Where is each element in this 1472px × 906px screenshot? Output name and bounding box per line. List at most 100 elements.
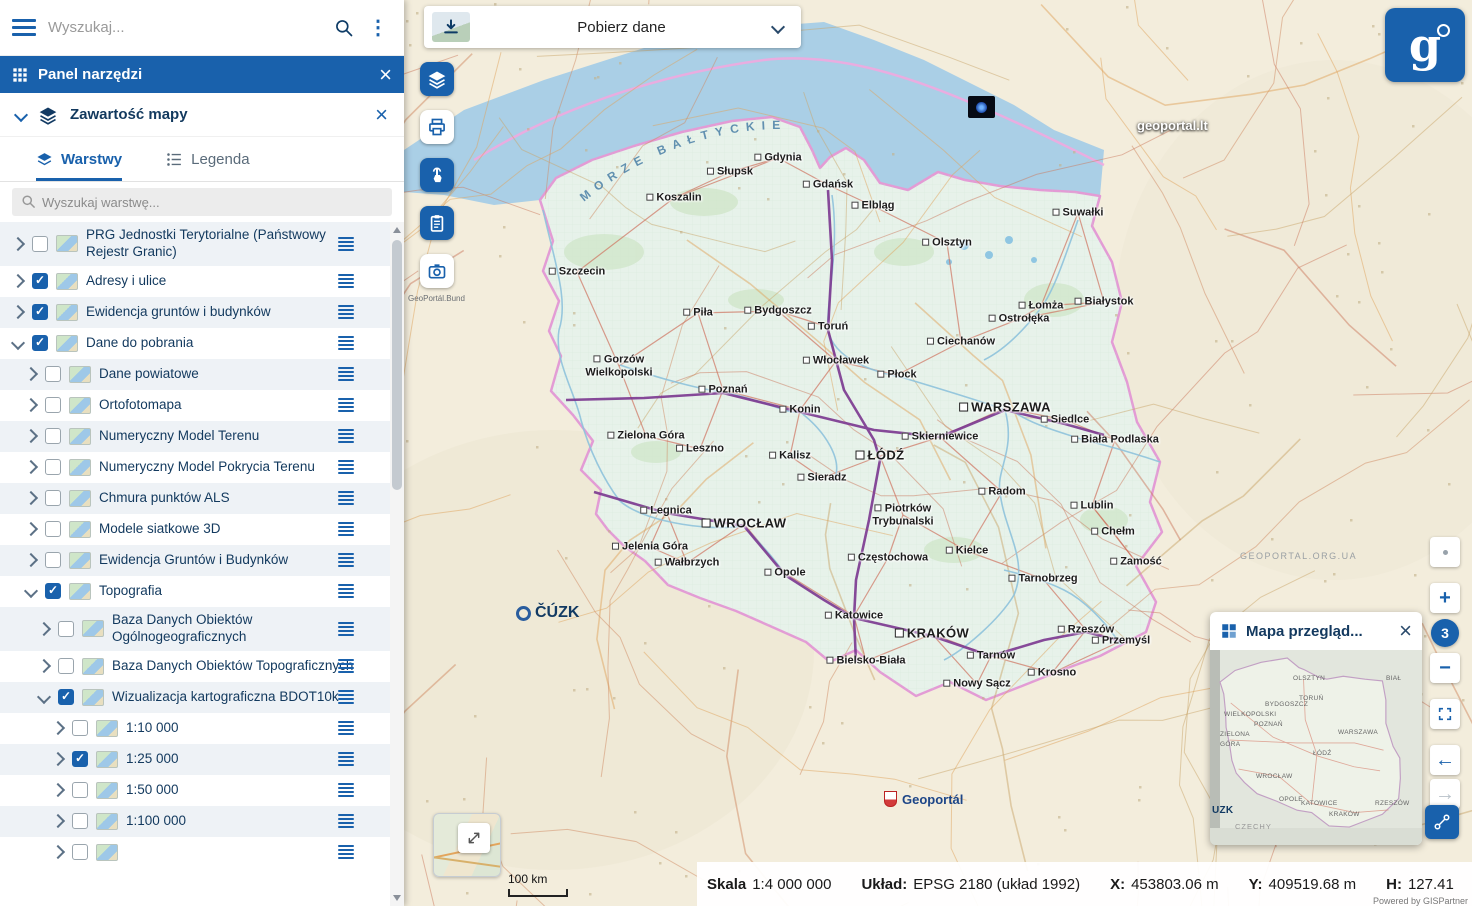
layer-search-input[interactable] (12, 188, 392, 216)
expander-icon[interactable] (24, 367, 38, 381)
layer-menu-icon[interactable] (338, 396, 354, 414)
section-chevron-icon[interactable] (14, 107, 28, 121)
layer-row[interactable]: Adresy i ulice (0, 266, 390, 297)
layer-checkbox[interactable] (45, 397, 61, 413)
layer-menu-icon[interactable] (338, 272, 354, 290)
map-content-close-icon[interactable]: × (375, 104, 388, 126)
expander-icon[interactable] (11, 305, 25, 319)
layer-menu-icon[interactable] (338, 303, 354, 321)
expander-icon[interactable] (11, 274, 25, 288)
expander-icon[interactable] (24, 553, 38, 567)
layer-menu-icon[interactable] (338, 657, 354, 675)
layer-row[interactable]: Ortofotomapa (0, 390, 390, 421)
main-search-input[interactable] (46, 18, 324, 37)
expander-icon[interactable] (51, 783, 65, 797)
minimap-expand-button[interactable] (458, 823, 490, 853)
layer-menu-icon[interactable] (338, 781, 354, 799)
layer-row[interactable]: Modele siatkowe 3D (0, 514, 390, 545)
layer-checkbox[interactable] (72, 813, 88, 829)
layer-menu-icon[interactable] (338, 582, 354, 600)
layer-row[interactable]: Wizualizacja kartograficzna BDOT10k (0, 682, 390, 713)
zoom-out-button[interactable]: − (1430, 653, 1460, 683)
layer-checkbox[interactable] (58, 689, 74, 705)
expander-icon[interactable] (51, 845, 65, 859)
print-tool-button[interactable] (420, 110, 454, 144)
overview-minimap[interactable]: OLSZTYNBIAŁBYDGOSZCZTORUŃWIELKOPOLSKIPOZ… (1210, 650, 1422, 845)
select-tool-button[interactable] (420, 158, 454, 192)
layer-menu-icon[interactable] (338, 620, 354, 638)
hamburger-menu-icon[interactable] (12, 15, 36, 40)
expander-icon[interactable] (37, 690, 51, 704)
layer-checkbox[interactable] (45, 459, 61, 475)
layer-row[interactable]: Ewidencja gruntów i budynków (0, 297, 390, 328)
layer-menu-icon[interactable] (338, 843, 354, 861)
layer-row[interactable]: Baza Danych Obiektów Ogólnogeograficznyc… (0, 607, 390, 651)
layer-row[interactable]: Baza Danych Obiektów Topograficznych (0, 651, 390, 682)
layer-row[interactable]: Ewidencja Gruntów i Budynków (0, 545, 390, 576)
map-control-button[interactable] (1430, 537, 1460, 567)
expander-icon[interactable] (24, 491, 38, 505)
layer-menu-icon[interactable] (338, 427, 354, 445)
layer-menu-icon[interactable] (338, 365, 354, 383)
panel-close-icon[interactable]: × (379, 64, 392, 86)
expander-icon[interactable] (24, 460, 38, 474)
report-tool-button[interactable] (420, 206, 454, 240)
expander-icon[interactable] (24, 429, 38, 443)
layer-menu-icon[interactable] (338, 489, 354, 507)
layer-row[interactable]: Topografia (0, 576, 390, 607)
expander-icon[interactable] (24, 398, 38, 412)
tab-legenda[interactable]: Legenda (166, 151, 249, 181)
layer-checkbox[interactable] (72, 720, 88, 736)
layer-row[interactable]: Dane do pobrania (0, 328, 390, 359)
panel-scrollbar[interactable] (390, 222, 404, 906)
layer-row[interactable]: Dane powiatowe (0, 359, 390, 390)
layer-checkbox[interactable] (45, 583, 61, 599)
layer-row[interactable]: 1:25 000 (0, 744, 390, 775)
layer-checkbox[interactable] (45, 366, 61, 382)
zoom-in-button[interactable]: + (1430, 583, 1460, 613)
layer-checkbox[interactable] (72, 751, 88, 767)
search-icon[interactable] (334, 18, 354, 38)
expander-icon[interactable] (37, 659, 51, 673)
layer-menu-icon[interactable] (338, 235, 354, 253)
download-data-bar[interactable]: Pobierz dane (424, 6, 801, 48)
expander-icon[interactable] (11, 237, 25, 251)
layer-row[interactable]: 1:10 000 (0, 713, 390, 744)
map-canvas[interactable]: MORZE BAŁTYCKIE GdyniaGdańskSłupskKoszal… (404, 0, 1472, 906)
expander-icon[interactable] (37, 622, 51, 636)
layer-menu-icon[interactable] (338, 334, 354, 352)
layer-checkbox[interactable] (32, 273, 48, 289)
expander-icon[interactable] (24, 584, 38, 598)
more-options-icon[interactable]: ⋮ (364, 15, 392, 40)
expander-icon[interactable] (51, 721, 65, 735)
layer-checkbox[interactable] (32, 236, 48, 252)
layer-row[interactable]: Chmura punktów ALS (0, 483, 390, 514)
layer-menu-icon[interactable] (338, 812, 354, 830)
layer-menu-icon[interactable] (338, 551, 354, 569)
layer-checkbox[interactable] (45, 428, 61, 444)
layers-tool-button[interactable] (420, 62, 454, 96)
scrollbar-thumb[interactable] (392, 240, 402, 490)
tab-warstwy[interactable]: Warstwy (36, 151, 122, 181)
layer-checkbox[interactable] (32, 335, 48, 351)
layer-checkbox[interactable] (32, 304, 48, 320)
chevron-down-icon[interactable] (771, 20, 785, 34)
layer-row[interactable] (0, 837, 390, 868)
layer-row[interactable]: 1:50 000 (0, 775, 390, 806)
layer-row[interactable]: Numeryczny Model Pokrycia Terenu (0, 452, 390, 483)
layer-row[interactable]: Numeryczny Model Terenu (0, 421, 390, 452)
layer-checkbox[interactable] (45, 552, 61, 568)
layer-menu-icon[interactable] (338, 750, 354, 768)
layer-checkbox[interactable] (58, 621, 74, 637)
webcam-marker[interactable] (968, 96, 995, 118)
expander-icon[interactable] (11, 336, 25, 350)
layer-menu-icon[interactable] (338, 719, 354, 737)
geoportal-logo[interactable]: g (1385, 8, 1465, 82)
scroll-down-icon[interactable] (393, 895, 401, 901)
layer-checkbox[interactable] (45, 521, 61, 537)
layer-menu-icon[interactable] (338, 520, 354, 538)
layer-checkbox[interactable] (45, 490, 61, 506)
overview-route-button[interactable] (1425, 805, 1459, 839)
screenshot-tool-button[interactable] (420, 254, 454, 288)
layer-checkbox[interactable] (72, 782, 88, 798)
